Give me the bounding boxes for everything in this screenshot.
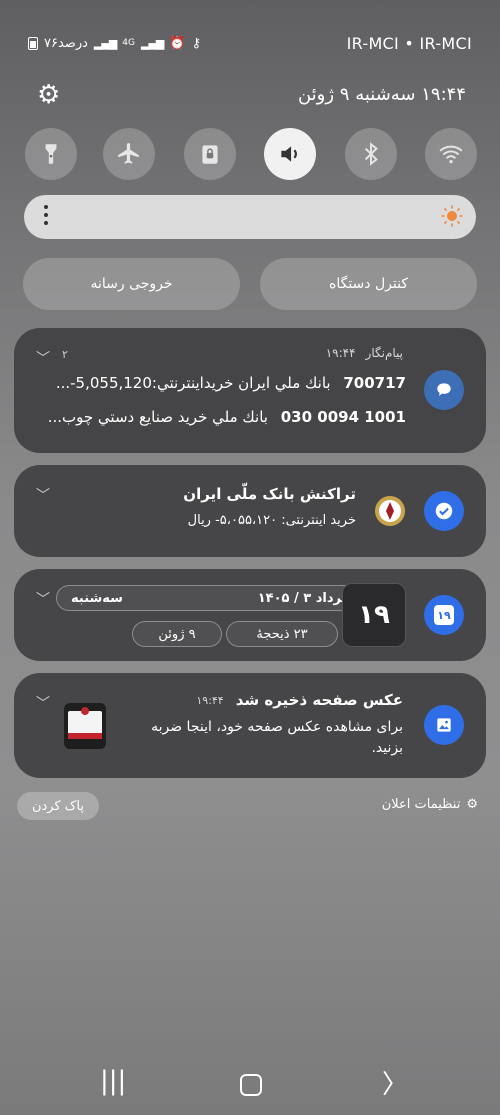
bank-logo-icon [374,489,406,533]
airplane-icon [118,143,139,164]
image-icon [437,718,451,732]
message-line-1: 700717 بانك ملي ايران خريداينترنتي:5,055… [46,374,406,392]
airplane-toggle[interactable] [103,128,155,180]
sun-icon [441,205,463,227]
message-line-2: 1001 0094 030 بانك ملي خريد صنايع دستي چ… [46,408,406,426]
screenshot-notification[interactable]: ﹀ عکس صفحه ذخیره شد ۱۹:۴۴ برای مشاهده عک… [14,673,486,778]
wifi-icon [439,145,463,164]
expand-chevron-icon[interactable]: ﹀ [36,693,50,713]
message-notification[interactable]: ﹀ ۲ پیام‌نگار ۱۹:۴۴ 700717 بانك ملي ايرا… [14,328,486,453]
volume-icon [281,146,297,162]
status-bar-left: ۷۶درصد ▂▄▆ 4G ▂▄▆ ⏰ ⚷ [28,36,201,51]
flashlight-icon [45,144,57,164]
persian-date: خرداد ۳ / ۱۴۰۵ [257,590,351,606]
expand-chevron-icon[interactable]: ﹀ [36,485,50,505]
screenshot-body: برای مشاهده عکس صفحه خود، اینجا ضربه بزن… [151,719,403,756]
gallery-app-icon [424,705,464,745]
calendar-icon: ۱۹ [434,605,454,625]
settings-gear-icon[interactable]: ⚙ [37,82,60,108]
app-name: پیام‌نگار [365,346,403,360]
calendar-app-icon: ۱۹ [424,595,464,635]
device-control-button[interactable]: کنترل دستگاه [260,258,477,310]
gregorian-date-chip: ۹ ژوئن [132,621,222,647]
weekday: سه‌شنبه [71,590,123,606]
home-icon[interactable] [240,1074,262,1096]
vpn-key-icon: ⚷ [191,36,202,51]
device-control-label: کنترل دستگاه [329,276,408,292]
persian-date-chip: خرداد ۳ / ۱۴۰۵ سه‌شنبه [56,585,366,611]
bank-title: تراکنش بانک ملّی ایران [183,485,356,503]
recents-icon[interactable]: ||| [100,1066,126,1096]
calendar-day-tile: ۱۹ [342,583,406,647]
lock-toggle[interactable] [184,128,236,180]
bank-app-icon [424,491,464,531]
messages-app-icon [424,370,464,410]
sound-toggle[interactable] [264,128,316,180]
network-type: 4G [122,38,135,48]
message-header: پیام‌نگار ۱۹:۴۴ [326,346,403,360]
screenshot-header: عکس صفحه ذخیره شد ۱۹:۴۴ [196,691,403,709]
media-output-button[interactable]: خروجی رسانه [23,258,240,310]
wifi-toggle[interactable] [425,128,477,180]
notification-settings-link[interactable]: ⚙ تنظیمات اعلان [382,797,478,812]
calendar-notification[interactable]: ﹀ خرداد ۳ / ۱۴۰۵ سه‌شنبه ۲۳ ذیحجهٔ ۹ ژوئ… [14,569,486,661]
notification-settings-gear-icon: ⚙ [466,797,478,812]
gregorian-date: ۹ ژوئن [158,626,196,642]
expand-chevron-icon[interactable]: ﹀ [36,589,50,609]
media-output-label: خروجی رسانه [90,276,173,292]
bluetooth-icon [364,142,378,166]
clear-notifications-button[interactable]: پاک کردن [17,792,99,820]
brightness-more-icon[interactable] [44,205,48,229]
notification-count: ۲ [62,348,68,361]
screenshot-thumbnail [64,703,106,749]
expand-chevron-icon[interactable]: ﹀ [36,348,50,368]
screenshot-title: عکس صفحه ذخیره شد [235,691,403,709]
lock-icon [202,145,218,164]
message-sender: 700717 [343,374,406,392]
battery-icon [28,37,38,50]
carrier-label: IR-MCI • IR-MCI [346,34,472,53]
clear-label: پاک کردن [31,798,85,814]
brightness-slider[interactable] [24,195,476,239]
alarm-icon: ⏰ [169,36,186,51]
bluetooth-toggle[interactable] [345,128,397,180]
notification-time: ۱۹:۴۴ [196,693,224,707]
hijri-date-chip: ۲۳ ذیحجهٔ [226,621,338,647]
notification-settings-label: تنظیمات اعلان [381,797,461,812]
hijri-date: ۲۳ ذیحجهٔ [256,626,308,642]
signal-icon: ▂▄▆ [141,37,164,50]
check-badge-icon [435,502,453,520]
message-text: بانك ملي خريد صنايع دستي چوب... [47,408,268,426]
notification-time: ۱۹:۴۴ [325,346,356,360]
bank-body: خرید اینترنتی: ۵،۰۵۵،۱۲۰- ریال [187,513,356,528]
back-icon[interactable]: 〉 [382,1064,408,1101]
chat-bubble-icon [437,383,451,396]
bank-notification[interactable]: ﹀ تراکنش بانک ملّی ایران خرید اینترنتی: … [14,465,486,557]
date-time: ۱۹:۴۴ سه‌شنبه ۹ ژوئن [297,84,466,105]
signal-icon: ▂▄▆ [93,37,117,50]
flashlight-toggle[interactable] [25,128,77,180]
message-text: بانك ملي ايران خريداينترنتي:5,055,120-..… [55,374,331,392]
battery-text: ۷۶درصد [44,36,88,51]
message-sender: 1001 0094 030 [280,408,406,426]
